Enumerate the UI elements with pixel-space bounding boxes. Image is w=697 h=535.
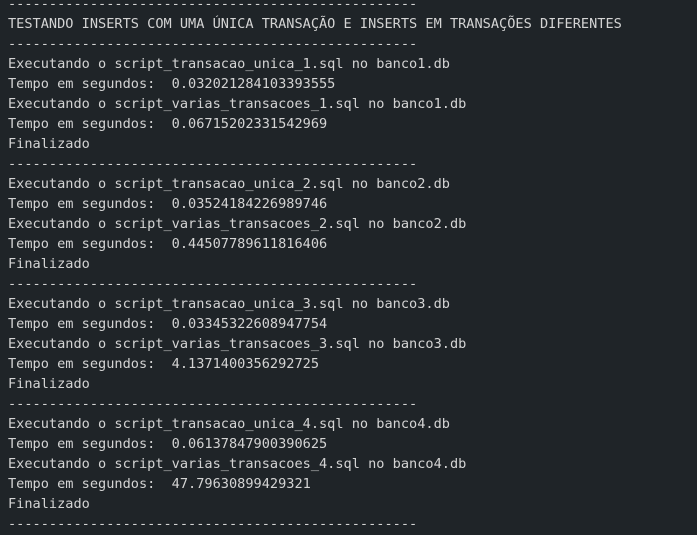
time-line: Tempo em segundos: 47.79630899429321: [8, 476, 311, 492]
header-line: TESTANDO INSERTS COM UMA ÚNICA TRANSAÇÃO…: [8, 16, 622, 32]
separator-line: ----------------------------------------…: [8, 396, 418, 412]
execution-line: Executando o script_transacao_unica_4.sq…: [8, 416, 450, 432]
time-line: Tempo em segundos: 0.06137847900390625: [8, 436, 328, 452]
time-line: Tempo em segundos: 0.06715202331542969: [8, 116, 328, 132]
execution-line: Executando o script_varias_transacoes_1.…: [8, 96, 467, 112]
finished-line: Finalizado: [8, 496, 90, 512]
terminal-output: ----------------------------------------…: [0, 0, 697, 535]
time-line: Tempo em segundos: 0.032021284103393555: [8, 76, 336, 92]
separator-line: ----------------------------------------…: [8, 156, 418, 172]
separator-line: ----------------------------------------…: [8, 0, 418, 12]
time-line: Tempo em segundos: 0.03524184226989746: [8, 196, 328, 212]
separator-line: ----------------------------------------…: [8, 516, 418, 532]
separator-line: ----------------------------------------…: [8, 276, 418, 292]
finished-line: Finalizado: [8, 376, 90, 392]
time-line: Tempo em segundos: 0.44507789611816406: [8, 236, 328, 252]
execution-line: Executando o script_transacao_unica_3.sq…: [8, 296, 450, 312]
terminal-lines: ----------------------------------------…: [8, 0, 622, 534]
execution-line: Executando o script_varias_transacoes_4.…: [8, 456, 467, 472]
time-line: Tempo em segundos: 4.1371400356292725: [8, 356, 319, 372]
separator-line: ----------------------------------------…: [8, 36, 418, 52]
finished-line: Finalizado: [8, 256, 90, 272]
execution-line: Executando o script_transacao_unica_2.sq…: [8, 176, 450, 192]
execution-line: Executando o script_transacao_unica_1.sq…: [8, 56, 450, 72]
finished-line: Finalizado: [8, 136, 90, 152]
time-line: Tempo em segundos: 0.03345322608947754: [8, 316, 328, 332]
execution-line: Executando o script_varias_transacoes_3.…: [8, 336, 467, 352]
execution-line: Executando o script_varias_transacoes_2.…: [8, 216, 467, 232]
